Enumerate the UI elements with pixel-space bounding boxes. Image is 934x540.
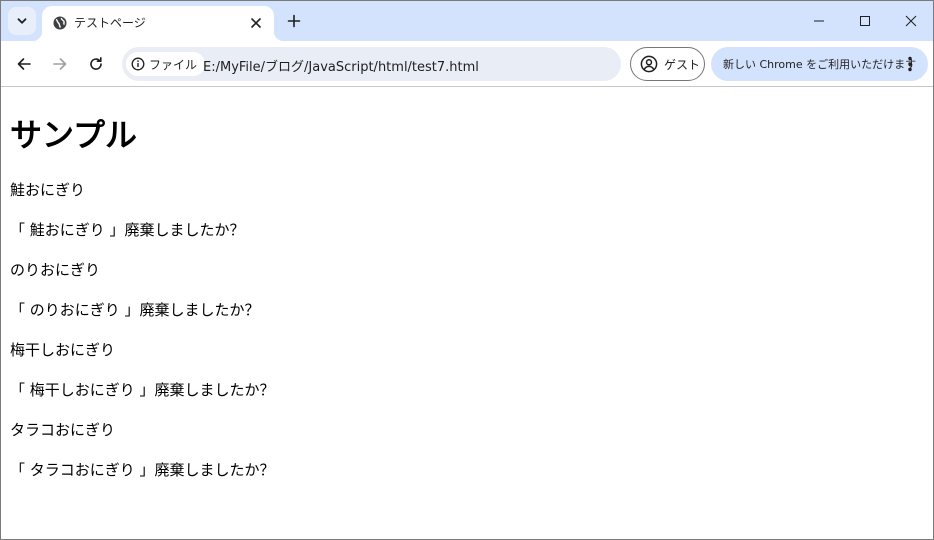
profile-button[interactable]: ゲスト — [630, 47, 705, 81]
back-button[interactable] — [10, 50, 38, 78]
minimize-icon — [814, 20, 824, 22]
tab-close-button[interactable] — [246, 13, 266, 33]
browser-window: テストページ ファイル E:/MyFile/ブログ/JavaScript/htm… — [0, 0, 934, 540]
info-icon — [131, 57, 145, 71]
window-close-button[interactable] — [888, 1, 933, 41]
site-chip-label: ファイル — [149, 57, 198, 72]
tab-title: テストページ — [74, 16, 146, 30]
page-content: サンプル 鮭おにぎり 「 鮭おにぎり 」廃棄しましたか？ のりおにぎり 「 のり… — [1, 88, 933, 539]
account-circle-icon — [640, 55, 658, 73]
menu-button[interactable] — [900, 54, 920, 74]
reload-button[interactable] — [82, 50, 110, 78]
url-text[interactable]: E:/MyFile/ブログ/JavaScript/html/test7.html — [203, 56, 479, 75]
maximize-button[interactable] — [842, 1, 888, 41]
new-tab-button[interactable] — [282, 9, 306, 33]
page-heading: サンプル — [10, 116, 138, 154]
discard-question: 「 のりおにぎり 」廃棄しましたか？ — [10, 301, 260, 319]
chevron-down-icon — [17, 18, 27, 24]
minimize-button[interactable] — [796, 1, 842, 41]
site-info-chip[interactable]: ファイル — [126, 52, 206, 76]
toolbar: ファイル E:/MyFile/ブログ/JavaScript/html/test7… — [1, 41, 933, 87]
maximize-icon — [860, 16, 870, 26]
plus-icon — [287, 14, 301, 28]
reload-icon — [90, 57, 102, 70]
tab-strip: テストページ — [1, 1, 933, 41]
arrow-left-icon — [17, 58, 31, 70]
address-bar[interactable]: ファイル E:/MyFile/ブログ/JavaScript/html/test7… — [122, 47, 621, 81]
globe-icon — [53, 16, 67, 30]
close-icon — [251, 18, 261, 28]
item-name: のりおにぎり — [10, 261, 101, 279]
arrow-right-icon — [53, 58, 67, 70]
update-chrome-chip[interactable]: 新しい Chrome をご利用いただけます — [711, 47, 928, 81]
profile-label: ゲスト — [664, 57, 701, 72]
window-close-icon — [905, 15, 917, 27]
forward-button[interactable] — [46, 50, 74, 78]
more-vert-icon — [908, 56, 912, 72]
discard-question: 「 梅干しおにぎり 」廃棄しましたか？ — [10, 381, 275, 399]
discard-question: 「 鮭おにぎり 」廃棄しましたか？ — [10, 221, 245, 239]
item-name: 梅干しおにぎり — [10, 341, 116, 359]
item-name: 鮭おにぎり — [10, 181, 86, 199]
discard-question: 「 タラコおにぎり 」廃棄しましたか？ — [10, 461, 275, 479]
item-name: タラコおにぎり — [10, 421, 116, 439]
update-chrome-label: 新しい Chrome をご利用いただけます — [723, 58, 917, 71]
tab-active[interactable]: テストページ — [32, 6, 284, 41]
